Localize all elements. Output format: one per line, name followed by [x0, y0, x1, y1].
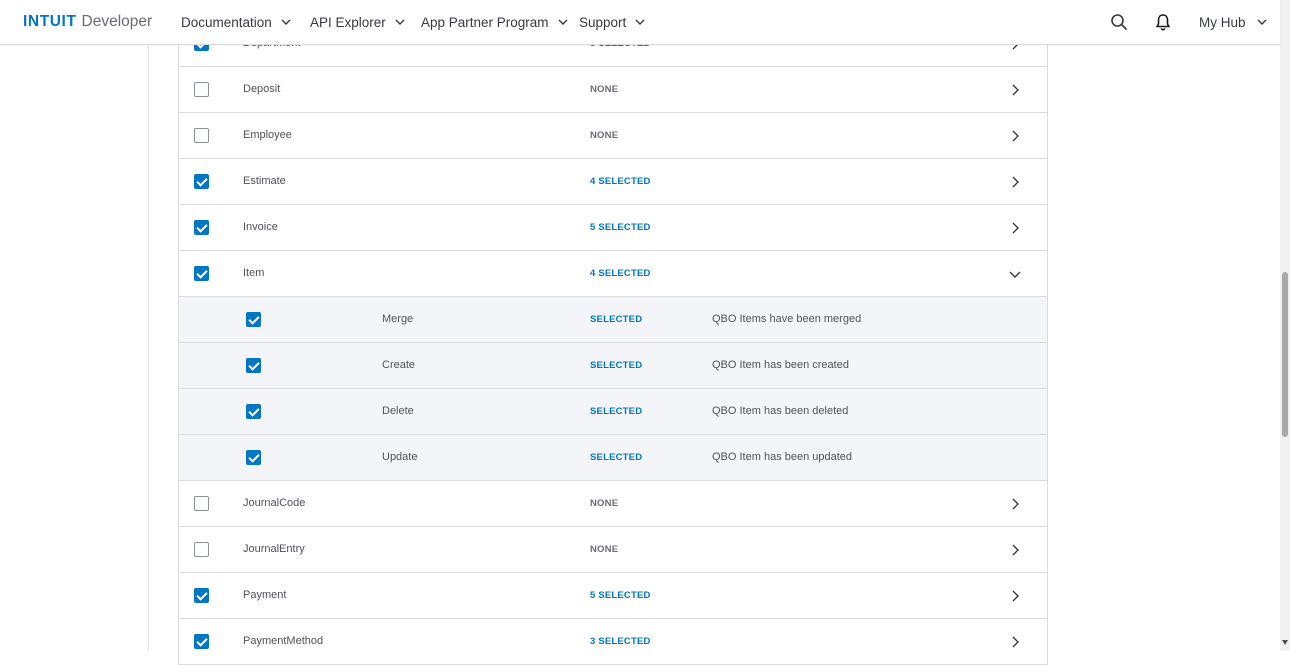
chevron-right-icon[interactable]: [1007, 588, 1023, 604]
chevron-right-icon[interactable]: [1007, 128, 1023, 144]
checkbox[interactable]: [194, 266, 209, 281]
event-status: SELECTED: [590, 406, 643, 417]
page-scrollbar[interactable]: [1280, 0, 1290, 651]
selection-status: NONE: [590, 130, 619, 141]
chevron-right-icon[interactable]: [1007, 174, 1023, 190]
checkbox[interactable]: [194, 496, 209, 511]
nav-api-explorer-label: API Explorer: [310, 14, 386, 30]
table-row: PaymentMethod 3 SELECTED: [179, 619, 1047, 665]
nav-api-explorer[interactable]: API Explorer: [310, 0, 406, 44]
checkbox[interactable]: [194, 220, 209, 235]
checkbox[interactable]: [194, 542, 209, 557]
entity-name: PaymentMethod: [243, 635, 324, 647]
chevron-right-icon[interactable]: [1007, 496, 1023, 512]
event-row: Merge SELECTED QBO Items have been merge…: [179, 297, 1047, 343]
event-status: SELECTED: [590, 314, 643, 325]
nav-documentation[interactable]: Documentation: [181, 0, 292, 44]
entity-name: Item: [243, 267, 265, 279]
table-row: Payment 5 SELECTED: [179, 573, 1047, 619]
nav-app-partner-program[interactable]: App Partner Program: [421, 0, 569, 44]
entity-name: Employee: [243, 129, 292, 141]
table-row: JournalCode NONE: [179, 481, 1047, 527]
event-name: Update: [382, 451, 418, 463]
selection-status: 5 SELECTED: [590, 222, 651, 233]
table-row: Invoice 5 SELECTED: [179, 205, 1047, 251]
chevron-right-icon[interactable]: [1007, 82, 1023, 98]
event-row: Update SELECTED QBO Item has been update…: [179, 435, 1047, 481]
my-hub-label: My Hub: [1199, 14, 1246, 30]
my-hub-menu[interactable]: My Hub: [1199, 0, 1268, 44]
entity-name: JournalEntry: [243, 543, 305, 555]
nav-documentation-label: Documentation: [181, 14, 272, 30]
checkbox[interactable]: [246, 358, 261, 373]
selection-status: NONE: [590, 84, 619, 95]
scrollbar-thumb[interactable]: [1282, 272, 1288, 437]
chevron-down-icon: [395, 19, 405, 25]
chevron-down-icon: [635, 19, 645, 25]
intuit-developer-logo[interactable]: INTUIT Developer: [23, 13, 152, 33]
search-icon[interactable]: [1109, 12, 1129, 32]
logo-brand: INTUIT: [23, 13, 77, 30]
nav-support[interactable]: Support: [579, 0, 646, 44]
webhook-entities-table: Department 5 SELECTED Deposit NONE Emplo…: [178, 21, 1048, 665]
chevron-down-icon[interactable]: [1007, 266, 1023, 282]
entity-name: Deposit: [243, 83, 281, 95]
selection-status: NONE: [590, 544, 619, 555]
chevron-down-icon: [558, 19, 568, 25]
checkbox[interactable]: [246, 404, 261, 419]
chevron-right-icon[interactable]: [1007, 634, 1023, 650]
event-name: Merge: [382, 313, 414, 325]
selection-status: 5 SELECTED: [590, 590, 651, 601]
nav-app-partner-program-label: App Partner Program: [421, 14, 549, 30]
table-row: Item 4 SELECTED: [179, 251, 1047, 297]
nav-support-label: Support: [579, 14, 627, 30]
chevron-down-icon: [281, 19, 291, 25]
table-row: Employee NONE: [179, 113, 1047, 159]
top-nav-bar: INTUIT Developer Documentation API Explo…: [0, 0, 1280, 45]
event-name: Delete: [382, 405, 414, 417]
selection-status: NONE: [590, 498, 619, 509]
bell-icon[interactable]: [1153, 12, 1173, 32]
checkbox[interactable]: [194, 634, 209, 649]
chevron-right-icon[interactable]: [1007, 542, 1023, 558]
checkbox[interactable]: [194, 588, 209, 603]
entity-name: JournalCode: [243, 497, 306, 509]
selection-status: 4 SELECTED: [590, 268, 651, 279]
event-description: QBO Item has been updated: [712, 451, 853, 463]
checkbox[interactable]: [246, 312, 261, 327]
checkbox[interactable]: [194, 174, 209, 189]
event-description: QBO Items have been merged: [712, 313, 862, 325]
entity-name: Invoice: [243, 221, 278, 233]
selection-status: 3 SELECTED: [590, 636, 651, 647]
table-row: Estimate 4 SELECTED: [179, 159, 1047, 205]
table-row: Deposit NONE: [179, 67, 1047, 113]
event-status: SELECTED: [590, 360, 643, 371]
entity-name: Estimate: [243, 175, 286, 187]
chevron-down-icon: [1257, 19, 1267, 25]
event-name: Create: [382, 359, 416, 371]
table-row: JournalEntry NONE: [179, 527, 1047, 573]
checkbox[interactable]: [246, 450, 261, 465]
event-description: QBO Item has been deleted: [712, 405, 849, 417]
event-status: SELECTED: [590, 452, 643, 463]
event-description: QBO Item has been created: [712, 359, 849, 371]
logo-sub: Developer: [81, 13, 153, 30]
scroll-down-arrow-icon[interactable]: [1282, 640, 1288, 645]
chevron-right-icon[interactable]: [1007, 220, 1023, 236]
event-row: Delete SELECTED QBO Item has been delete…: [179, 389, 1047, 435]
content-left-divider: [148, 44, 149, 651]
selection-status: 4 SELECTED: [590, 176, 651, 187]
checkbox[interactable]: [194, 82, 209, 97]
entity-name: Payment: [243, 589, 287, 601]
checkbox[interactable]: [194, 128, 209, 143]
event-row: Create SELECTED QBO Item has been create…: [179, 343, 1047, 389]
